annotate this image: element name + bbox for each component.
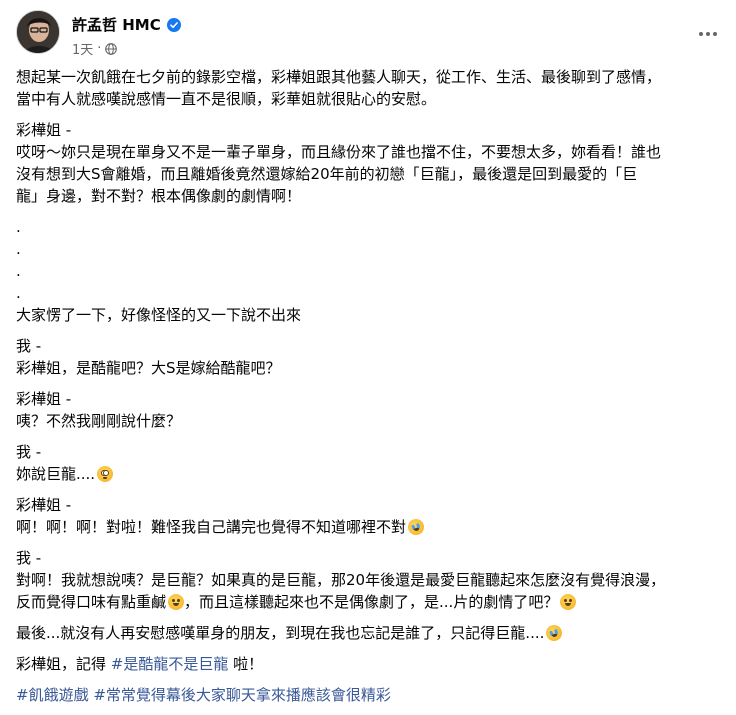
rolling-on-floor-laughing-emoji-icon xyxy=(405,516,427,538)
post-body: 想起某一次飢餓在七夕前的錄影空檔，彩樺姐跟其他藝人聊天，從工作、生活、最後聊到了… xyxy=(16,66,722,715)
paragraph: 彩樺姐 - 哎呀～妳只是現在單身又不是一輩子單身，而且緣份來了誰也擋不住，不要想… xyxy=(16,121,662,205)
paragraph: 我 - 妳說巨龍.... xyxy=(16,441,722,485)
more-options-icon[interactable] xyxy=(696,24,720,44)
globe-icon xyxy=(105,42,118,55)
flushed-face-emoji-icon xyxy=(97,466,114,482)
paragraph: 彩樺姐 - 啊！啊！啊！對啦！難怪我自己講完也覺得不知道哪裡不對 xyxy=(16,494,722,538)
author-avatar[interactable] xyxy=(16,10,60,54)
paragraph: 我 - 對啊！我就想說咦？是巨龍？如果真的是巨龍，那20年後還是最愛巨龍聽起來怎… xyxy=(16,549,666,611)
post-header: 許孟哲 HMC 1天 · xyxy=(16,10,720,60)
rolling-on-floor-laughing-emoji-icon xyxy=(544,622,565,644)
paragraph: 彩樺姐，記得 #是酷龍不是巨龍 啦！ xyxy=(16,655,264,673)
verified-badge-icon xyxy=(166,17,181,32)
paragraph: 我 - 彩樺姐，是酷龍吧？大S是嫁給酷龍吧？ xyxy=(16,337,281,377)
author-name[interactable]: 許孟哲 HMC xyxy=(72,14,161,35)
hashtag-link[interactable]: #是酷龍不是巨龍 xyxy=(111,655,229,673)
grinning-sweat-emoji-icon xyxy=(168,594,185,610)
facebook-post: 許孟哲 HMC 1天 · 想起某一次飢餓在七夕前的錄影空檔，彩樺姐跟其他藝人聊天… xyxy=(0,0,736,704)
paragraph: 彩樺姐 - 咦？不然我剛剛說什麼？ xyxy=(16,390,182,430)
grinning-sweat-emoji-icon xyxy=(560,594,577,610)
paragraph: 大家愣了一下，好像怪怪的又一下說不出來 xyxy=(16,306,302,324)
hashtags: #飢餓遊戲 #常常覺得幕後大家聊天拿來播應該會很精彩 xyxy=(16,684,722,706)
hashtag-link[interactable]: #飢餓遊戲 xyxy=(16,686,89,704)
ellipsis-dots: . . . . xyxy=(16,218,21,302)
paragraph: 最後...就沒有人再安慰感嘆單身的朋友，到現在我也忘記是誰了，只記得巨龍.... xyxy=(16,622,722,644)
paragraph: 想起某一次飢餓在七夕前的錄影空檔，彩樺姐跟其他藝人聊天，從工作、生活、最後聊到了… xyxy=(16,68,662,108)
hashtag-link[interactable]: #常常覺得幕後大家聊天拿來播應該會很精彩 xyxy=(93,686,391,704)
post-meta: 1天 · xyxy=(72,39,118,58)
post-time[interactable]: 1天 xyxy=(72,39,93,58)
